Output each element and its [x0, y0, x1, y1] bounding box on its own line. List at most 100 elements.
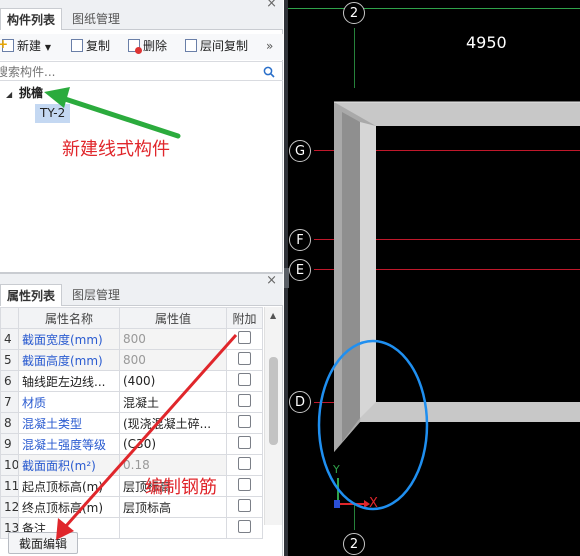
- property-extra-cell: [226, 454, 263, 476]
- property-value-cell[interactable]: 层顶标高: [119, 496, 227, 518]
- property-scrollbar[interactable]: ▲: [264, 307, 282, 525]
- component-toolbar: 新建 ▼ 复制 删除 层间复制 »: [0, 32, 283, 60]
- tab-component-list[interactable]: 构件列表: [0, 8, 63, 30]
- search-box: [0, 61, 283, 81]
- scrollbar-up-arrow[interactable]: ▲: [270, 311, 276, 320]
- property-panel-close-icon[interactable]: ×: [266, 273, 277, 288]
- property-value-cell[interactable]: (C30): [119, 433, 227, 455]
- property-row[interactable]: 6 轴线距左边线... (400): [0, 370, 263, 392]
- scrollbar-thumb[interactable]: [269, 357, 278, 445]
- extra-checkbox[interactable]: [238, 436, 251, 449]
- property-value-cell[interactable]: (现浇混凝土碎...: [119, 412, 227, 434]
- property-list-panel: 属性列表 图层管理 × 属性名称 属性值 附加 4 截面宽度(mm) 800 5 截面高…: [0, 273, 283, 556]
- row-number: 9: [0, 433, 19, 455]
- property-extra-cell: [226, 433, 263, 455]
- new-label: 新建: [17, 39, 42, 53]
- row-number: 6: [0, 370, 19, 392]
- property-extra-cell: [226, 412, 263, 434]
- annotation-new-line-component: 新建线式构件: [62, 139, 170, 160]
- annotation-edit-rebar: 编制钢筋: [145, 477, 217, 498]
- property-extra-cell: [226, 328, 263, 350]
- layer-copy-button[interactable]: 层间复制: [185, 34, 248, 58]
- delete-label: 删除: [143, 39, 168, 53]
- property-row[interactable]: 10 截面面积(m²) 0.18: [0, 454, 263, 476]
- row-number: 11: [0, 475, 19, 497]
- tree-group-label: 挑檐: [18, 86, 43, 100]
- extra-checkbox[interactable]: [238, 499, 251, 512]
- row-number: 12: [0, 496, 19, 518]
- property-extra-header: 附加: [226, 307, 263, 329]
- property-value-cell[interactable]: [119, 517, 227, 539]
- property-name-cell: 截面面积(m²): [18, 454, 120, 476]
- property-value-cell[interactable]: 混凝土: [119, 391, 227, 413]
- component-tree: ◢ 挑檐 TY-2: [0, 82, 283, 272]
- row-number: 5: [0, 349, 19, 371]
- property-row[interactable]: 11 起点顶标高(m) 层顶标高: [0, 475, 263, 497]
- property-name-cell: 起点顶标高(m): [18, 475, 120, 497]
- property-row[interactable]: 4 截面宽度(mm) 800: [0, 328, 263, 350]
- tab-property-list[interactable]: 属性列表: [0, 284, 63, 306]
- property-extra-cell: [226, 496, 263, 518]
- row-number: 7: [0, 391, 19, 413]
- property-extra-cell: [226, 370, 263, 392]
- new-button[interactable]: 新建 ▼: [0, 32, 51, 58]
- property-name-cell: 混凝土类型: [18, 412, 120, 434]
- property-name-cell: 轴线距左边线...: [18, 370, 120, 392]
- search-icon[interactable]: [263, 66, 275, 78]
- delete-icon: [128, 39, 142, 54]
- property-tabbar: 属性列表 图层管理 ×: [0, 273, 283, 306]
- dropdown-arrow-icon[interactable]: ▼: [45, 43, 51, 52]
- extra-checkbox[interactable]: [238, 394, 251, 407]
- extra-checkbox[interactable]: [238, 520, 251, 533]
- property-name-header: 属性名称: [18, 307, 120, 329]
- extra-checkbox[interactable]: [238, 331, 251, 344]
- property-extra-cell: [226, 475, 263, 497]
- tree-group-eaves[interactable]: ◢ 挑檐: [6, 84, 43, 102]
- property-extra-cell: [226, 349, 263, 371]
- row-number: 4: [0, 328, 19, 350]
- more-button[interactable]: »: [266, 34, 273, 58]
- property-row[interactable]: 5 截面高度(mm) 800: [0, 349, 263, 371]
- property-name-cell: 材质: [18, 391, 120, 413]
- property-table: 属性名称 属性值 附加 4 截面宽度(mm) 800 5 截面高度(mm) 800 6 轴线距…: [0, 307, 263, 539]
- property-name-cell: 截面高度(mm): [18, 349, 120, 371]
- property-row[interactable]: 9 混凝土强度等级 (C30): [0, 433, 263, 455]
- property-extra-cell: [226, 517, 263, 539]
- property-row[interactable]: 12 终点顶标高(m) 层顶标高: [0, 496, 263, 518]
- highlight-ellipse: [317, 339, 429, 511]
- property-value-header: 属性值: [119, 307, 227, 329]
- property-value-cell[interactable]: (400): [119, 370, 227, 392]
- tree-collapse-icon[interactable]: ◢: [6, 90, 12, 99]
- property-name-cell: 混凝土强度等级: [18, 433, 120, 455]
- search-input[interactable]: [0, 63, 251, 80]
- extra-checkbox[interactable]: [238, 415, 251, 428]
- row-number: 8: [0, 412, 19, 434]
- property-value-cell[interactable]: 800: [119, 349, 227, 371]
- tab-layer-management[interactable]: 图层管理: [66, 284, 126, 306]
- property-name-cell: 截面宽度(mm): [18, 328, 120, 350]
- row-number-header: [0, 307, 19, 329]
- new-icon: [0, 32, 14, 56]
- row-number: 10: [0, 454, 19, 476]
- cad-viewport[interactable]: 2 G F E D 2 4950 Y X: [284, 0, 580, 556]
- delete-button[interactable]: 删除: [128, 34, 167, 58]
- property-name-cell: 终点顶标高(m): [18, 496, 120, 518]
- copy-button[interactable]: 复制: [71, 34, 110, 58]
- layer-copy-icon: [185, 39, 197, 52]
- property-row[interactable]: 7 材质 混凝土: [0, 391, 263, 413]
- panel-close-icon[interactable]: ×: [266, 0, 277, 11]
- property-row[interactable]: 8 混凝土类型 (现浇混凝土碎...: [0, 412, 263, 434]
- property-header-row: 属性名称 属性值 附加: [0, 307, 263, 329]
- extra-checkbox[interactable]: [238, 457, 251, 470]
- component-tabbar: 构件列表 图纸管理 ×: [0, 0, 283, 30]
- section-edit-button[interactable]: 截面编辑: [8, 532, 78, 554]
- tree-item-ty2[interactable]: TY-2: [35, 104, 71, 123]
- copy-label: 复制: [86, 39, 111, 53]
- layer-copy-label: 层间复制: [200, 39, 249, 53]
- property-value-cell[interactable]: 800: [119, 328, 227, 350]
- tab-drawing-management[interactable]: 图纸管理: [66, 8, 126, 30]
- extra-checkbox[interactable]: [238, 373, 251, 386]
- copy-icon: [71, 39, 83, 52]
- extra-checkbox[interactable]: [238, 352, 251, 365]
- extra-checkbox[interactable]: [238, 478, 251, 491]
